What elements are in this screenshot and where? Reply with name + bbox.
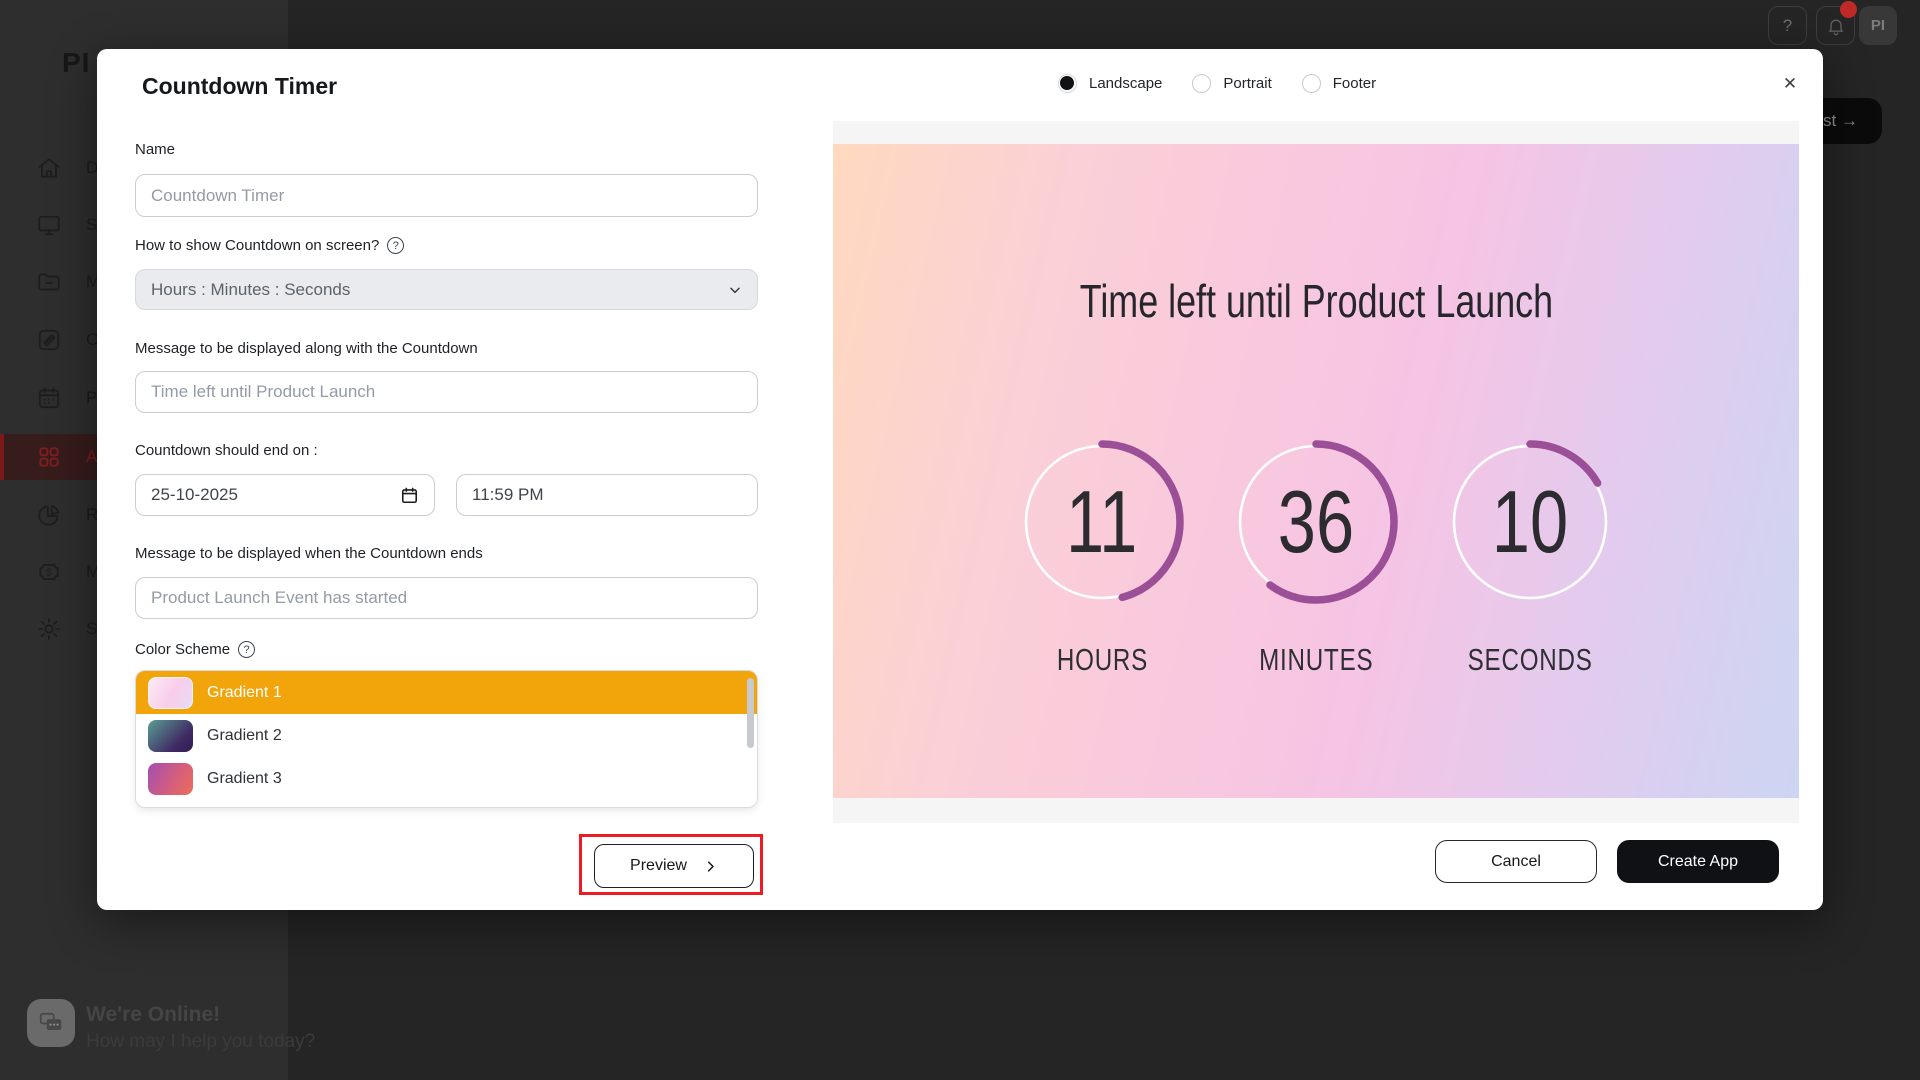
hours-value: 11	[1016, 436, 1188, 608]
compose-icon	[36, 327, 62, 353]
countdown-unit-seconds: 10 SECONDS	[1444, 436, 1616, 678]
chat-widget-button[interactable]	[27, 999, 75, 1047]
reports-pie-icon	[36, 502, 62, 528]
app-logo: PI	[62, 47, 90, 79]
countdown-timer-modal: Countdown Timer Landscape Portrait Foote…	[97, 49, 1823, 910]
radio-footer-control[interactable]	[1302, 74, 1321, 93]
avatar[interactable]: PI	[1859, 6, 1897, 45]
seconds-dial: 10	[1444, 436, 1616, 608]
gradient-2-label: Gradient 2	[207, 727, 282, 745]
end-date-value: 25-10-2025	[151, 485, 238, 505]
radio-portrait-control[interactable]	[1192, 74, 1211, 93]
sidebar-item-label: P	[86, 388, 97, 408]
help-button-label: ?	[1783, 16, 1792, 36]
minutes-value: 36	[1230, 436, 1402, 608]
preview-button[interactable]: Preview	[594, 844, 754, 888]
chevron-down-icon	[728, 283, 742, 297]
help-icon[interactable]: ?	[387, 237, 404, 254]
color-scheme-label: Color Scheme ?	[135, 641, 255, 658]
chat-bubbles-icon	[38, 1010, 64, 1036]
end-time-input[interactable]: 11:59 PM	[456, 474, 758, 516]
end-message-label: Message to be displayed when the Countdo…	[135, 545, 483, 562]
name-label: Name	[135, 141, 175, 158]
create-app-button[interactable]: Create App	[1617, 840, 1779, 883]
countdown-message-input[interactable]: Time left until Product Launch	[135, 371, 758, 413]
background-cta-label: st →	[1823, 111, 1858, 131]
radio-footer[interactable]: Footer	[1302, 74, 1376, 93]
countdown-end-label: Countdown should end on :	[135, 442, 318, 459]
avatar-initials: PI	[1871, 17, 1885, 34]
preview-countdown-title: Time left until Product Launch	[833, 274, 1799, 328]
name-input[interactable]: Countdown Timer	[135, 174, 758, 217]
apps-grid-icon	[36, 444, 62, 470]
name-input-value: Countdown Timer	[151, 186, 284, 206]
countdown-message-value: Time left until Product Launch	[151, 382, 375, 402]
hours-label: HOURS	[1044, 642, 1161, 678]
end-date-input[interactable]: 25-10-2025	[135, 474, 435, 516]
playlist-calendar-icon	[36, 385, 62, 411]
preview-button-label: Preview	[630, 857, 687, 875]
seconds-label: SECONDS	[1450, 642, 1610, 678]
preview-pane: Time left until Product Launch 11 HOURS	[833, 121, 1799, 823]
monetize-icon: $	[36, 559, 62, 585]
gradient-1-label: Gradient 1	[207, 684, 282, 702]
sidebar-item-label: A	[86, 447, 97, 467]
gradient-option-2[interactable]: Gradient 2	[136, 714, 757, 757]
orientation-radio-group: Landscape Portrait Footer	[1058, 74, 1376, 93]
end-message-input[interactable]: Product Launch Event has started	[135, 577, 758, 619]
annotation-highlight-box: Preview	[579, 834, 763, 895]
radio-portrait[interactable]: Portrait	[1192, 74, 1271, 93]
scrollbar-thumb[interactable]	[747, 678, 754, 748]
sidebar-item-label: S	[86, 215, 97, 235]
help-button[interactable]: ?	[1768, 6, 1807, 45]
bell-icon	[1826, 16, 1846, 36]
radio-landscape-control[interactable]	[1058, 74, 1077, 93]
screens-icon	[36, 212, 62, 238]
minutes-label: MINUTES	[1243, 642, 1390, 678]
radio-landscape-label: Landscape	[1089, 75, 1162, 92]
help-icon[interactable]: ?	[238, 641, 255, 658]
hours-dial: 11	[1016, 436, 1188, 608]
countdown-format-value: Hours : Minutes : Seconds	[151, 280, 350, 300]
chat-status-title: We're Online!	[86, 1003, 220, 1027]
gradient-1-swatch	[148, 677, 193, 709]
radio-portrait-label: Portrait	[1223, 75, 1271, 92]
cancel-button-label: Cancel	[1491, 853, 1541, 871]
countdown-format-select[interactable]: Hours : Minutes : Seconds	[135, 269, 758, 310]
svg-text:$: $	[46, 568, 52, 579]
countdown-unit-minutes: 36 MINUTES	[1230, 436, 1402, 678]
gradient-3-swatch	[148, 763, 193, 795]
gradient-option-3[interactable]: Gradient 3	[136, 757, 757, 800]
cancel-button[interactable]: Cancel	[1435, 840, 1597, 883]
settings-gear-icon	[36, 616, 62, 642]
chevron-right-icon	[703, 859, 718, 874]
end-message-value: Product Launch Event has started	[151, 588, 407, 608]
modal-title: Countdown Timer	[142, 73, 337, 100]
countdown-units-row: 11 HOURS 36 MINUTES	[833, 436, 1799, 678]
radio-footer-label: Footer	[1333, 75, 1376, 92]
gradient-2-swatch	[148, 720, 193, 752]
calendar-icon	[400, 486, 419, 505]
countdown-unit-hours: 11 HOURS	[1016, 436, 1188, 678]
minutes-dial: 36	[1230, 436, 1402, 608]
end-time-value: 11:59 PM	[472, 485, 544, 505]
chat-status-subtitle: How may I help you today?	[86, 1031, 315, 1053]
create-app-button-label: Create App	[1658, 853, 1738, 871]
close-icon[interactable]: ✕	[1777, 71, 1803, 97]
gradient-3-label: Gradient 3	[207, 770, 282, 788]
color-scheme-list: Gradient 1 Gradient 2 Gradient 3	[135, 670, 758, 808]
countdown-format-label: How to show Countdown on screen? ?	[135, 237, 404, 254]
home-icon	[36, 155, 62, 181]
gradient-option-1[interactable]: Gradient 1	[136, 671, 757, 714]
media-folder-icon	[36, 269, 62, 295]
app-screen: PI D S M C P A R $ M	[0, 0, 1920, 1080]
notification-dot	[1840, 1, 1857, 18]
countdown-preview-screen: Time left until Product Launch 11 HOURS	[833, 144, 1799, 798]
countdown-message-label: Message to be displayed along with the C…	[135, 340, 478, 357]
seconds-value: 10	[1444, 436, 1616, 608]
sidebar-item-label: S	[86, 619, 97, 639]
radio-landscape[interactable]: Landscape	[1058, 74, 1162, 93]
